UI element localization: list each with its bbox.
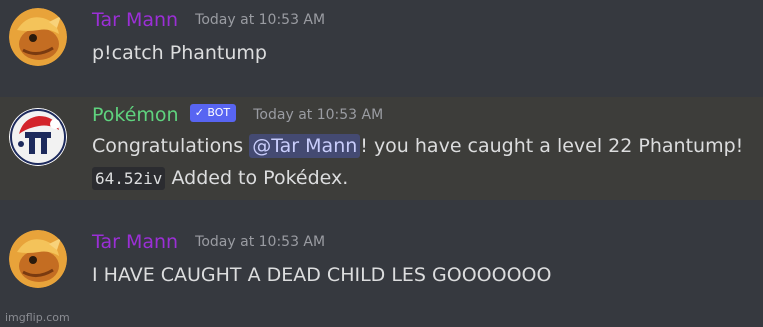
- message-content: p!catch Phantump: [92, 42, 267, 64]
- timestamp: Today at 10:53 AM: [195, 12, 326, 28]
- message-content-line2: 64.52iv Added to Pokédex.: [92, 167, 349, 190]
- username[interactable]: Tar Mann: [92, 9, 178, 31]
- avatar-pokemon-bot[interactable]: [9, 108, 67, 166]
- message-content: I HAVE CAUGHT A DEAD CHILD LES GOOOOOOO: [92, 264, 552, 286]
- message-text: ! you have caught a level 22 Phantump!: [360, 135, 744, 157]
- avatar-tar-mann[interactable]: [9, 8, 67, 66]
- message-content-line1: Congratulations @Tar Mann! you have caug…: [92, 134, 744, 158]
- username[interactable]: Tar Mann: [92, 231, 178, 253]
- message-header: Tar Mann Today at 10:53 AM: [92, 9, 325, 31]
- message-3: Tar Mann Today at 10:53 AM I HAVE CAUGHT…: [0, 222, 763, 306]
- message-header: Pokémon ✓ BOT Today at 10:53 AM: [92, 104, 383, 126]
- iv-code-block: 64.52iv: [92, 167, 166, 190]
- avatar-tar-mann[interactable]: [9, 230, 67, 288]
- watermark: imgflip.com: [5, 311, 70, 324]
- username[interactable]: Pokémon: [92, 104, 179, 126]
- avatar-creature-icon: [9, 230, 67, 288]
- message-1: Tar Mann Today at 10:53 AM p!catch Phant…: [0, 0, 763, 84]
- bot-badge: ✓ BOT: [189, 104, 237, 122]
- bot-avatar-icon: [9, 108, 67, 166]
- message-header: Tar Mann Today at 10:53 AM: [92, 231, 325, 253]
- message-text: Added to Pokédex.: [165, 167, 349, 189]
- message-2: Pokémon ✓ BOT Today at 10:53 AM Congratu…: [0, 97, 763, 200]
- avatar-creature-icon: [9, 8, 67, 66]
- user-mention[interactable]: @Tar Mann: [249, 134, 361, 158]
- message-text: Congratulations: [92, 135, 250, 157]
- timestamp: Today at 10:53 AM: [253, 107, 384, 123]
- timestamp: Today at 10:53 AM: [195, 234, 326, 250]
